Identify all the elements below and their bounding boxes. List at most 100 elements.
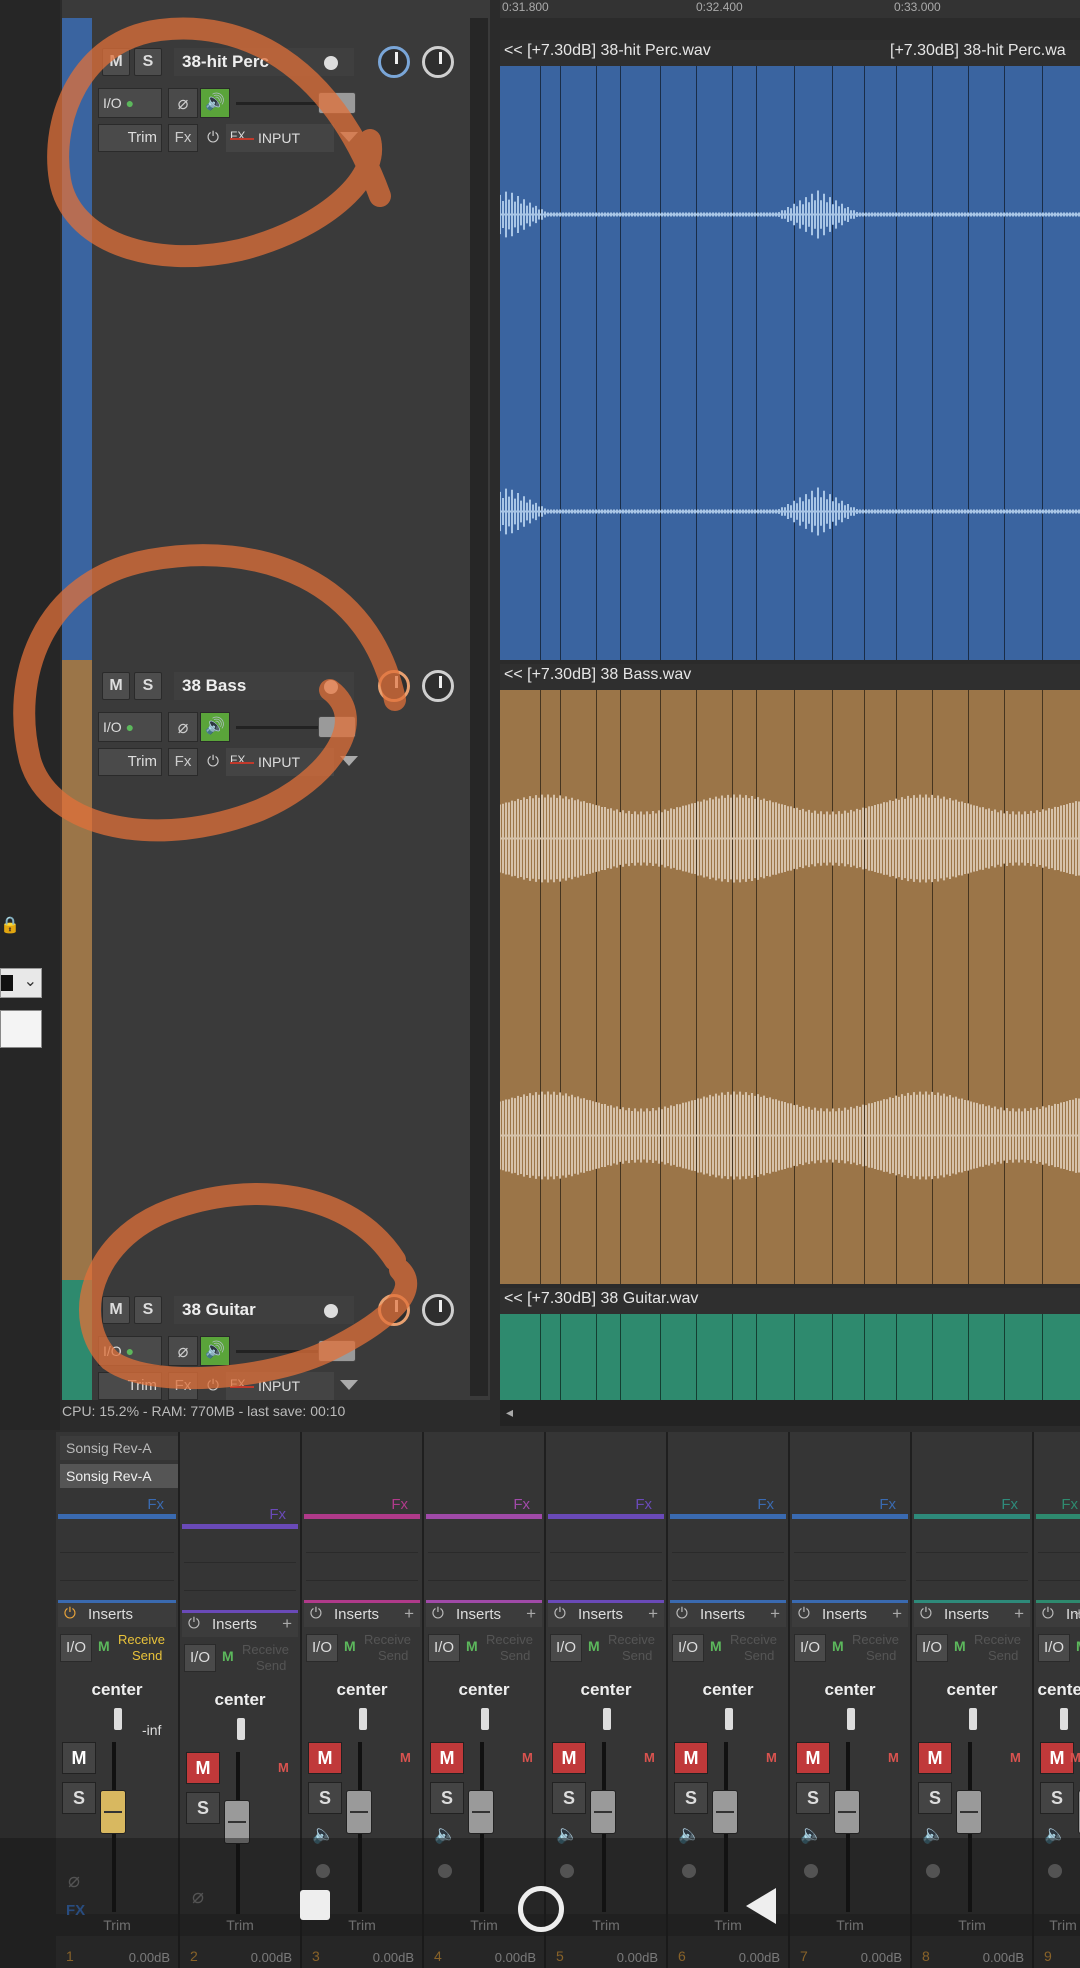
- volume-knob[interactable]: [378, 670, 410, 702]
- trim-button[interactable]: Trim: [98, 1372, 162, 1400]
- receive-send-label[interactable]: Receive Send: [608, 1632, 655, 1664]
- fx-button[interactable]: Fx: [168, 124, 198, 152]
- pan-knob[interactable]: [422, 1294, 454, 1326]
- power-icon[interactable]: ⏻: [202, 1372, 224, 1400]
- media-item[interactable]: << [+7.30dB] 38 Bass.wav: [500, 664, 1080, 1284]
- io-button[interactable]: I/O: [1038, 1634, 1070, 1662]
- fx-button[interactable]: Fx: [168, 748, 198, 776]
- receive-send-label[interactable]: Receive Send: [974, 1632, 1021, 1664]
- send-slot[interactable]: [550, 1528, 662, 1553]
- mute-button[interactable]: M: [1040, 1742, 1074, 1774]
- fx-label[interactable]: Fx: [757, 1496, 774, 1513]
- mute-button[interactable]: M: [308, 1742, 342, 1774]
- send-slot[interactable]: [184, 1538, 296, 1563]
- send-slot[interactable]: [184, 1566, 296, 1591]
- volume-knob[interactable]: [378, 1294, 410, 1326]
- mute-button[interactable]: M: [552, 1742, 586, 1774]
- channel-fader[interactable]: [346, 1790, 372, 1834]
- io-button[interactable]: I/O: [306, 1634, 338, 1662]
- inserts-header[interactable]: ⏻ Inserts +: [670, 1600, 786, 1627]
- send-item[interactable]: Sonsig Rev-A: [60, 1436, 178, 1460]
- pan-slider[interactable]: [969, 1708, 977, 1730]
- channel-fader[interactable]: [834, 1790, 860, 1834]
- dropdown-triangle-icon[interactable]: [340, 132, 358, 142]
- mute-button[interactable]: M: [430, 1742, 464, 1774]
- fx-label[interactable]: Fx: [391, 1496, 408, 1513]
- mute-button[interactable]: M: [796, 1742, 830, 1774]
- tcp-scrollbar[interactable]: [470, 18, 488, 1396]
- inserts-header[interactable]: ⏻ Inserts +: [914, 1600, 1030, 1627]
- pan-slider[interactable]: [114, 1708, 122, 1730]
- pan-slider[interactable]: [481, 1708, 489, 1730]
- fx-label[interactable]: Fx: [513, 1496, 530, 1513]
- text-field[interactable]: [0, 1010, 42, 1048]
- inserts-header[interactable]: ⏻ Inserts: [58, 1600, 176, 1627]
- receive-send-label[interactable]: Receive Send: [852, 1632, 899, 1664]
- phase-icon[interactable]: ⌀: [168, 712, 198, 742]
- solo-button[interactable]: S: [134, 1296, 162, 1324]
- pan-knob[interactable]: [422, 670, 454, 702]
- record-arm-button[interactable]: [324, 1304, 338, 1318]
- io-button[interactable]: I/O: [60, 1634, 92, 1662]
- volume-fader-handle[interactable]: [318, 716, 356, 738]
- send-slot[interactable]: [60, 1528, 174, 1553]
- channel-fader[interactable]: [468, 1790, 494, 1834]
- add-insert-icon[interactable]: +: [648, 1604, 658, 1624]
- home-icon[interactable]: [518, 1886, 564, 1932]
- send-slot[interactable]: [1038, 1556, 1080, 1581]
- fx-label[interactable]: Fx: [269, 1506, 286, 1523]
- receive-send-label[interactable]: Receive Send: [364, 1632, 411, 1664]
- io-button[interactable]: I/O: [794, 1634, 826, 1662]
- pan-slider[interactable]: [725, 1708, 733, 1730]
- io-button[interactable]: I/O ●: [98, 88, 162, 118]
- power-icon[interactable]: ⏻: [64, 1605, 76, 1622]
- solo-button[interactable]: S: [552, 1782, 586, 1814]
- solo-button[interactable]: S: [674, 1782, 708, 1814]
- receive-send-label[interactable]: Receive Send: [118, 1632, 165, 1664]
- horizontal-scrollbar[interactable]: ◂: [500, 1400, 1080, 1426]
- volume-fader-handle[interactable]: [318, 1340, 356, 1362]
- channel-fader[interactable]: [100, 1790, 126, 1834]
- mute-button[interactable]: M: [102, 672, 130, 700]
- send-slot[interactable]: [60, 1556, 174, 1581]
- input-selector[interactable]: FX INPUT: [226, 1372, 334, 1400]
- speaker-icon[interactable]: 🔊: [200, 712, 230, 742]
- add-insert-icon[interactable]: +: [1014, 1604, 1024, 1624]
- send-slot[interactable]: [672, 1528, 784, 1553]
- fx-button[interactable]: Fx: [168, 1372, 198, 1400]
- dropdown-triangle-icon[interactable]: [340, 756, 358, 766]
- inserts-header[interactable]: ⏻ Inserts +: [548, 1600, 664, 1627]
- add-insert-icon[interactable]: +: [770, 1604, 780, 1624]
- fx-label[interactable]: Fx: [147, 1496, 164, 1513]
- volume-fader-handle[interactable]: [318, 92, 356, 114]
- volume-knob[interactable]: [378, 46, 410, 78]
- speaker-icon[interactable]: 🔊: [200, 1336, 230, 1366]
- power-icon[interactable]: ⏻: [202, 124, 224, 152]
- add-insert-icon[interactable]: +: [526, 1604, 536, 1624]
- send-slot[interactable]: [794, 1556, 906, 1581]
- power-icon[interactable]: ⏻: [1042, 1605, 1054, 1622]
- add-insert-icon[interactable]: +: [892, 1604, 902, 1624]
- send-slot[interactable]: [550, 1556, 662, 1581]
- send-slot[interactable]: [916, 1528, 1028, 1553]
- solo-button[interactable]: S: [134, 48, 162, 76]
- io-button[interactable]: I/O: [672, 1634, 704, 1662]
- mute-button[interactable]: M: [918, 1742, 952, 1774]
- solo-button[interactable]: S: [134, 672, 162, 700]
- power-icon[interactable]: ⏻: [188, 1615, 200, 1632]
- fx-label[interactable]: Fx: [879, 1496, 896, 1513]
- media-item[interactable]: << [+7.30dB] 38-hit Perc.wav [+7.30dB] 38…: [500, 40, 1080, 660]
- send-slot[interactable]: [306, 1528, 418, 1553]
- arrange-view[interactable]: 0:31.800 0:32.400 0:33.000 << [+7.30dB] …: [500, 0, 1080, 1400]
- solo-button[interactable]: S: [62, 1782, 96, 1814]
- back-icon[interactable]: [746, 1888, 776, 1924]
- send-slot[interactable]: [672, 1556, 784, 1581]
- send-slot[interactable]: [428, 1556, 540, 1581]
- send-slot[interactable]: [306, 1556, 418, 1581]
- io-button[interactable]: I/O ●: [98, 1336, 162, 1366]
- io-button[interactable]: I/O: [916, 1634, 948, 1662]
- pan-slider[interactable]: [847, 1708, 855, 1730]
- solo-button[interactable]: S: [186, 1792, 220, 1824]
- send-slot[interactable]: [916, 1556, 1028, 1581]
- inserts-header[interactable]: ⏻ Inserts +: [1036, 1600, 1080, 1627]
